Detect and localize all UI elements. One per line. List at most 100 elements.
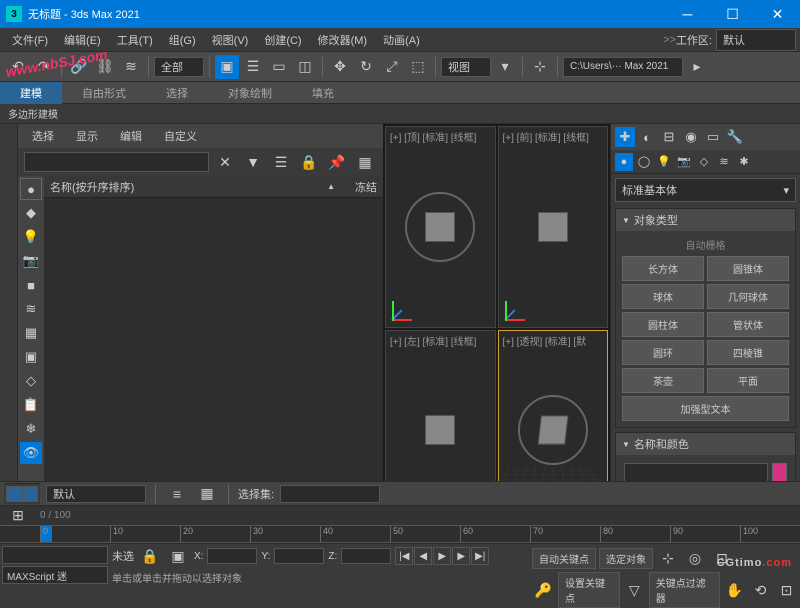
selected-obj-button[interactable]: 选定对象 <box>599 548 653 569</box>
cmd-display-tab[interactable]: ▭ <box>703 127 723 147</box>
scene-clear-icon[interactable]: ✕ <box>213 150 237 174</box>
layer-manager-icon[interactable]: ▦ <box>195 482 219 506</box>
goto-end-button[interactable]: ▶| <box>471 547 489 565</box>
obj-torus-button[interactable]: 圆环 <box>622 340 704 365</box>
scene-menu-display[interactable]: 显示 <box>66 125 108 147</box>
window-crossing-button[interactable]: ◫ <box>293 55 317 79</box>
autogrid-checkbox[interactable]: 自动栅格 <box>620 235 791 254</box>
menu-file[interactable]: 文件(F) <box>4 29 56 51</box>
scene-menu-select[interactable]: 选择 <box>22 125 64 147</box>
z-coord[interactable] <box>341 548 391 564</box>
x-coord[interactable] <box>207 548 257 564</box>
obj-tube-button[interactable]: 管状体 <box>707 312 789 337</box>
filter-helpers-icon[interactable]: ■ <box>20 274 42 296</box>
y-coord[interactable] <box>274 548 324 564</box>
cmd-hierarchy-tab[interactable]: ⊟ <box>659 127 679 147</box>
scene-lock-icon[interactable]: 🔒 <box>297 150 321 174</box>
layer-dropdown[interactable]: 默认 <box>46 485 146 503</box>
setkey-button[interactable]: 设置关键点 <box>558 572 620 608</box>
workspace-dropdown[interactable]: 默认 <box>716 29 796 51</box>
scene-menu-custom[interactable]: 自定义 <box>154 125 207 147</box>
cat-shapes-icon[interactable]: ◯ <box>635 153 653 171</box>
subribbon-label[interactable]: 多边形建模 <box>0 104 800 124</box>
viewport-top-label[interactable]: [+] [顶] [标准] [线框] <box>390 129 476 144</box>
ribbon-selection[interactable]: 选择 <box>146 82 208 104</box>
ref-coord-dropdown[interactable]: 视图 <box>441 57 491 77</box>
filter-shapes-icon[interactable]: ◆ <box>20 202 42 224</box>
cat-helpers-icon[interactable]: ◇ <box>695 153 713 171</box>
menu-modifiers[interactable]: 修改器(M) <box>310 29 376 51</box>
lock-selection-icon[interactable]: 🔒 <box>138 544 162 568</box>
menu-view[interactable]: 视图(V) <box>204 29 257 51</box>
undo-button[interactable]: ↶ <box>6 55 30 79</box>
filter-frozen-icon[interactable]: ❄ <box>20 418 42 440</box>
snap-button[interactable]: ⊹ <box>528 55 552 79</box>
cat-cameras-icon[interactable]: 📷 <box>675 153 693 171</box>
ribbon-modeling[interactable]: 建模 <box>0 82 62 104</box>
filter-all-icon[interactable]: 👁 <box>20 442 42 464</box>
viewport-front-label[interactable]: [+] [前] [标准] [线框] <box>503 129 589 144</box>
autokey-button[interactable]: 自动关键点 <box>532 548 596 569</box>
filter-xrefs-icon[interactable]: ▣ <box>20 346 42 368</box>
menu-animation[interactable]: 动画(A) <box>375 29 428 51</box>
redo-button[interactable]: ↷ <box>32 55 56 79</box>
viewport-left-label[interactable]: [+] [左] [标准] [线框] <box>390 333 476 348</box>
obj-cylinder-button[interactable]: 圆柱体 <box>622 312 704 337</box>
select-button[interactable]: ▣ <box>215 55 239 79</box>
ribbon-populate[interactable]: 填充 <box>292 82 354 104</box>
cat-lights-icon[interactable]: 💡 <box>655 153 673 171</box>
move-button[interactable]: ✥ <box>328 55 352 79</box>
filter-lights-icon[interactable]: 💡 <box>20 226 42 248</box>
scene-pin-icon[interactable]: 📌 <box>325 150 349 174</box>
setkey-icon[interactable]: 🔑 <box>532 578 555 602</box>
path-arrow[interactable]: ▸ <box>685 55 709 79</box>
nav-icon4[interactable]: ✋ <box>723 578 746 602</box>
maximize-button[interactable]: ☐ <box>710 0 755 28</box>
viewport-top[interactable]: [+] [顶] [标准] [线框] <box>385 126 496 328</box>
select-region-button[interactable]: ▭ <box>267 55 291 79</box>
filter-spacewarps-icon[interactable]: ≋ <box>20 298 42 320</box>
scene-expand-icon[interactable]: ▦ <box>353 150 377 174</box>
selset-dropdown[interactable] <box>280 485 380 503</box>
viewport-layout-button[interactable] <box>4 483 40 504</box>
scene-selset-icon[interactable]: ☰ <box>269 150 293 174</box>
rollout-namecolor-header[interactable]: 名称和颜色 <box>616 433 795 455</box>
select-name-button[interactable]: ☰ <box>241 55 265 79</box>
use-center-button[interactable]: ▾ <box>493 55 517 79</box>
minimize-button[interactable]: ─ <box>665 0 710 28</box>
close-button[interactable]: ✕ <box>755 0 800 28</box>
selection-filter-dropdown[interactable]: 全部 <box>154 57 204 77</box>
rotate-button[interactable]: ↻ <box>354 55 378 79</box>
scene-filter-icon[interactable]: ▼ <box>241 150 265 174</box>
cmd-motion-tab[interactable]: ◉ <box>681 127 701 147</box>
filter-bones-icon[interactable]: ◇ <box>20 370 42 392</box>
viewcube-left[interactable] <box>425 415 455 445</box>
time-ruler[interactable]: 0 10 20 30 40 50 60 70 80 90 100 <box>0 525 800 543</box>
unlink-button[interactable]: ⛓ <box>93 55 117 79</box>
rollout-objtype-header[interactable]: 对象类型 <box>616 209 795 231</box>
obj-teapot-button[interactable]: 茶壶 <box>622 368 704 393</box>
bind-button[interactable]: ≋ <box>119 55 143 79</box>
keyfilter-icon[interactable]: ▽ <box>623 578 646 602</box>
keyfilter-button[interactable]: 关键点过滤器 <box>649 572 720 608</box>
nav-icon6[interactable]: ⊡ <box>775 578 798 602</box>
maxscript-listener[interactable]: MAXScript 迷 <box>2 566 108 584</box>
link-button[interactable]: 🔗 <box>67 55 91 79</box>
nav-icon2[interactable]: ◎ <box>683 546 707 570</box>
viewcube-persp[interactable] <box>538 416 568 445</box>
ribbon-paint[interactable]: 对象绘制 <box>208 82 292 104</box>
cat-geometry-icon[interactable]: ● <box>615 153 633 171</box>
placement-button[interactable]: ⬚ <box>406 55 430 79</box>
cat-systems-icon[interactable]: ✱ <box>735 153 753 171</box>
menu-tools[interactable]: 工具(T) <box>109 29 161 51</box>
category-dropdown[interactable]: 标准基本体▾ <box>615 178 796 202</box>
play-button[interactable]: ▶ <box>433 547 451 565</box>
tree-col-name[interactable]: 名称(按升序排序) <box>50 179 327 195</box>
scene-menu-edit[interactable]: 编辑 <box>110 125 152 147</box>
ribbon-freeform[interactable]: 自由形式 <box>62 82 146 104</box>
next-frame-button[interactable]: ▶ <box>452 547 470 565</box>
cmd-create-tab[interactable]: ✚ <box>615 127 635 147</box>
filter-cameras-icon[interactable]: 📷 <box>20 250 42 272</box>
nav-icon3[interactable]: ⊡ <box>710 546 734 570</box>
filter-groups-icon[interactable]: ▦ <box>20 322 42 344</box>
